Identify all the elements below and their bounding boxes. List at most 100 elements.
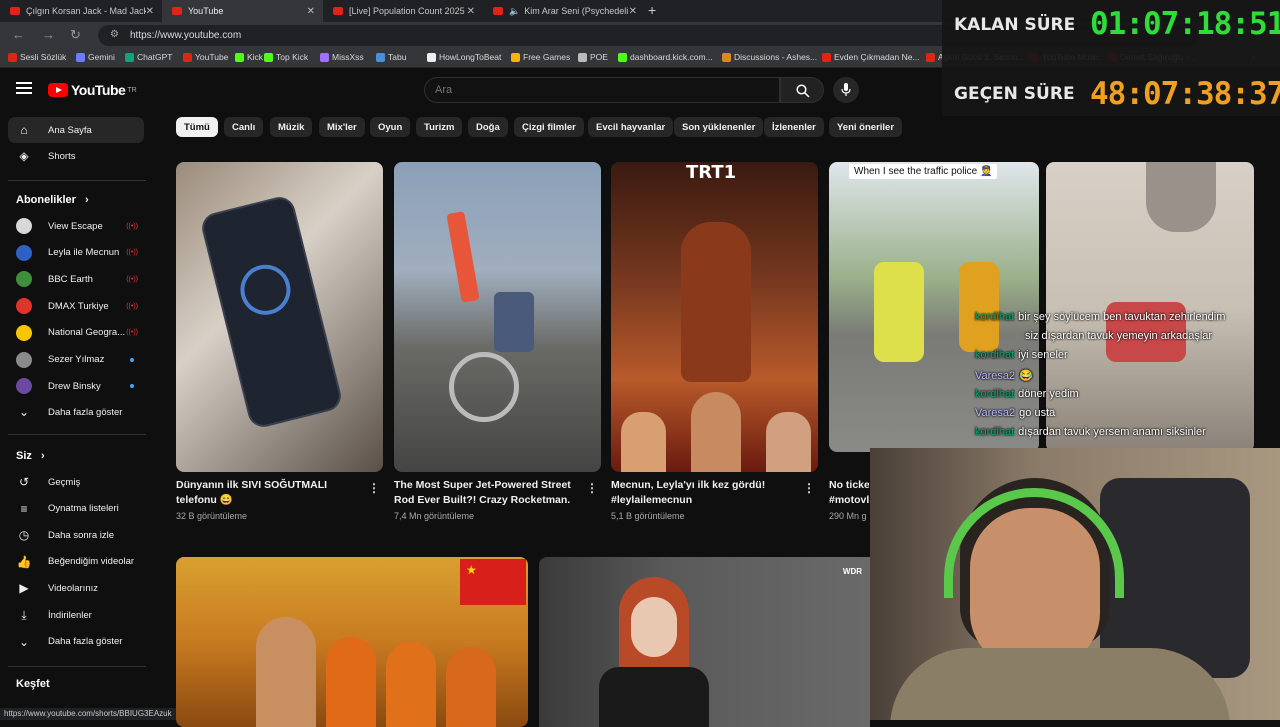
bookmark-item[interactable]: Free Games	[511, 52, 570, 62]
short-thumbnail[interactable]: TRT1	[611, 162, 818, 472]
sidebar-you-item[interactable]: ↺ Geçmiş	[8, 469, 144, 495]
sidebar-subscription-item[interactable]: Drew Binsky	[8, 373, 144, 399]
hydraulic-press	[1146, 162, 1216, 232]
close-tab-icon[interactable]: ✕	[467, 6, 475, 17]
browser-tab[interactable]: Çılgın Korsan Jack - Mad Jack the ✕	[0, 0, 162, 22]
sidebar-subscription-item[interactable]: View Escape ((•))	[8, 213, 144, 239]
sidebar-you-item[interactable]: 👍 Beğendiğim videolar	[8, 549, 144, 575]
bookmark-label: YouTube	[195, 52, 229, 62]
close-tab-icon[interactable]: ✕	[307, 6, 315, 17]
bookmark-item[interactable]: Top Kick	[264, 52, 308, 62]
filter-chip[interactable]: Canlı	[224, 117, 264, 137]
bookmark-favicon-icon	[511, 52, 520, 62]
short-title[interactable]: The Most Super Jet-Powered Street Rod Eve…	[394, 478, 584, 508]
close-tab-icon[interactable]: ✕	[146, 6, 154, 17]
sidebar-you-item[interactable]: ▶ Videolarınız	[8, 575, 144, 601]
chat-text: iyi seneler	[1018, 349, 1068, 362]
remaining-time-label: KALAN SÜRE	[954, 15, 1076, 35]
police-rider	[874, 262, 924, 362]
short-thumbnail[interactable]	[394, 162, 601, 472]
sidebar-item-label: Oynatma listeleri	[48, 503, 119, 515]
microphone-icon	[841, 83, 851, 96]
more-options-icon[interactable]: ⋮	[803, 481, 815, 495]
speaker-icon[interactable]: 🔈	[509, 6, 520, 17]
sidebar-you-item[interactable]: ≡ Oynatma listeleri	[8, 496, 144, 522]
filter-chip[interactable]: Tümü	[176, 117, 218, 137]
sidebar-item-home[interactable]: ⌂ Ana Sayfa	[8, 117, 144, 143]
hamburger-menu-icon[interactable]	[16, 82, 32, 96]
sidebar-subscription-item[interactable]: National Geogra... ((•))	[8, 320, 144, 346]
filter-chip[interactable]: Yeni öneriler	[829, 117, 903, 137]
sidebar-item-shorts[interactable]: ◈ Shorts	[8, 143, 144, 169]
bookmark-favicon-icon	[376, 52, 385, 62]
bookmark-item[interactable]: dashboard.kick.com...	[618, 52, 713, 62]
sidebar-you-item[interactable]: ⌄ Daha fazla göster	[8, 629, 144, 655]
youtube-logo[interactable]: YouTube TR	[48, 82, 137, 98]
you-heading[interactable]: Siz ›	[16, 450, 45, 462]
sidebar-subscription-item[interactable]: Sezer Yılmaz	[8, 347, 144, 373]
reload-icon[interactable]: ↻	[70, 27, 81, 43]
new-tab-button[interactable]: +	[648, 2, 656, 18]
sidebar-subscription-item[interactable]: BBC Earth ((•))	[8, 266, 144, 292]
back-arrow-icon[interactable]: ←	[12, 27, 25, 42]
sidebar-subscription-item[interactable]: Leyla ile Mecnun ((•))	[8, 240, 144, 266]
bookmark-item[interactable]: Tabu	[376, 52, 406, 62]
face	[691, 392, 741, 472]
browser-tab[interactable]: [Live] Population Count 2025 - Yo ✕	[323, 0, 483, 22]
chat-username: kordihat	[975, 311, 1015, 323]
video-thumbnail[interactable]: WDR	[539, 557, 870, 727]
live-indicator-icon: ((•))	[126, 302, 138, 310]
search-button[interactable]	[780, 77, 824, 103]
bookmark-item[interactable]: ChatGPT	[125, 52, 172, 62]
short-thumbnail[interactable]	[1046, 162, 1254, 452]
bookmark-item[interactable]: YouTube	[183, 52, 228, 62]
sidebar-item-label: Shorts	[48, 150, 76, 162]
close-tab-icon[interactable]: ✕	[629, 6, 637, 17]
site-info-icon[interactable]: ⚙	[110, 29, 119, 40]
more-options-icon[interactable]: ⋮	[586, 481, 598, 495]
short-thumbnail[interactable]	[176, 162, 383, 472]
filter-chip[interactable]: Son yüklenenler	[674, 117, 764, 137]
subscriptions-heading[interactable]: Abonelikler ›	[16, 194, 89, 206]
filter-chip[interactable]: Müzik	[270, 117, 313, 137]
bookmark-item[interactable]: HowLongToBeat	[427, 52, 501, 62]
show-more-subscriptions[interactable]: ⌄ Daha fazla göster	[8, 399, 144, 425]
short-title[interactable]: Dünyanın ilk SIVI SOĞUTMALI telefonu 😄	[176, 478, 356, 508]
filter-chip[interactable]: Çizgi filmler	[514, 117, 584, 137]
bookmark-item[interactable]: Discussions - Ashes...	[722, 52, 817, 62]
filter-chip[interactable]: Evcil hayvanlar	[588, 117, 674, 137]
sidebar-you-item[interactable]: ◷ Daha sonra izle	[8, 522, 144, 548]
forward-arrow-icon[interactable]: →	[42, 27, 55, 42]
short-title[interactable]: Mecnun, Leyla'yı ilk kez gördü! #leylaile…	[611, 478, 801, 508]
voice-search-button[interactable]	[833, 77, 859, 103]
filter-chip[interactable]: Turizm	[416, 117, 463, 137]
man-figure	[256, 617, 316, 727]
bookmark-item[interactable]: MissXss	[320, 52, 364, 62]
bookmark-favicon-icon	[8, 52, 17, 62]
filter-chip[interactable]: Mix'ler	[319, 117, 365, 137]
bookmark-item[interactable]: POE	[578, 52, 608, 62]
sidebar-item-label: National Geogra...	[48, 327, 126, 339]
filter-chip[interactable]: İzlenenler	[764, 117, 824, 137]
chat-message: kordihat döner yedim	[975, 388, 1079, 400]
browser-tab[interactable]: 🔈 Kim Arar Seni (Psychedelic R ✕	[483, 0, 645, 22]
browser-tab-active[interactable]: YouTube ✕	[162, 0, 323, 22]
chat-message: kordihat iyi seneler	[975, 349, 1068, 361]
bookmark-item[interactable]: Sesli Sözlük	[8, 52, 66, 62]
sidebar-you-item[interactable]: ⤓ İndirilenler	[8, 602, 144, 628]
short-title[interactable]: No ticke #motovl	[829, 478, 869, 508]
video-thumbnail[interactable]: ★	[176, 557, 528, 727]
chat-username: kordihat	[975, 426, 1015, 439]
chevron-right-icon: ›	[84, 194, 89, 206]
bookmark-item[interactable]: Kick	[235, 52, 263, 62]
filter-chip[interactable]: Doğa	[468, 117, 508, 137]
filter-chip[interactable]: Oyun	[370, 117, 411, 137]
bookmark-item[interactable]: Gemini	[76, 52, 115, 62]
sidebar-subscription-item[interactable]: DMAX Turkiye ((•))	[8, 293, 144, 319]
url-text[interactable]: https://www.youtube.com	[130, 30, 241, 41]
view-count: 290 Mn g	[829, 511, 867, 521]
webcam-overlay	[870, 448, 1280, 720]
search-input[interactable]	[435, 84, 735, 96]
bookmark-item[interactable]: Evden Çıkmadan Ne...	[822, 52, 920, 62]
more-options-icon[interactable]: ⋮	[368, 481, 380, 495]
